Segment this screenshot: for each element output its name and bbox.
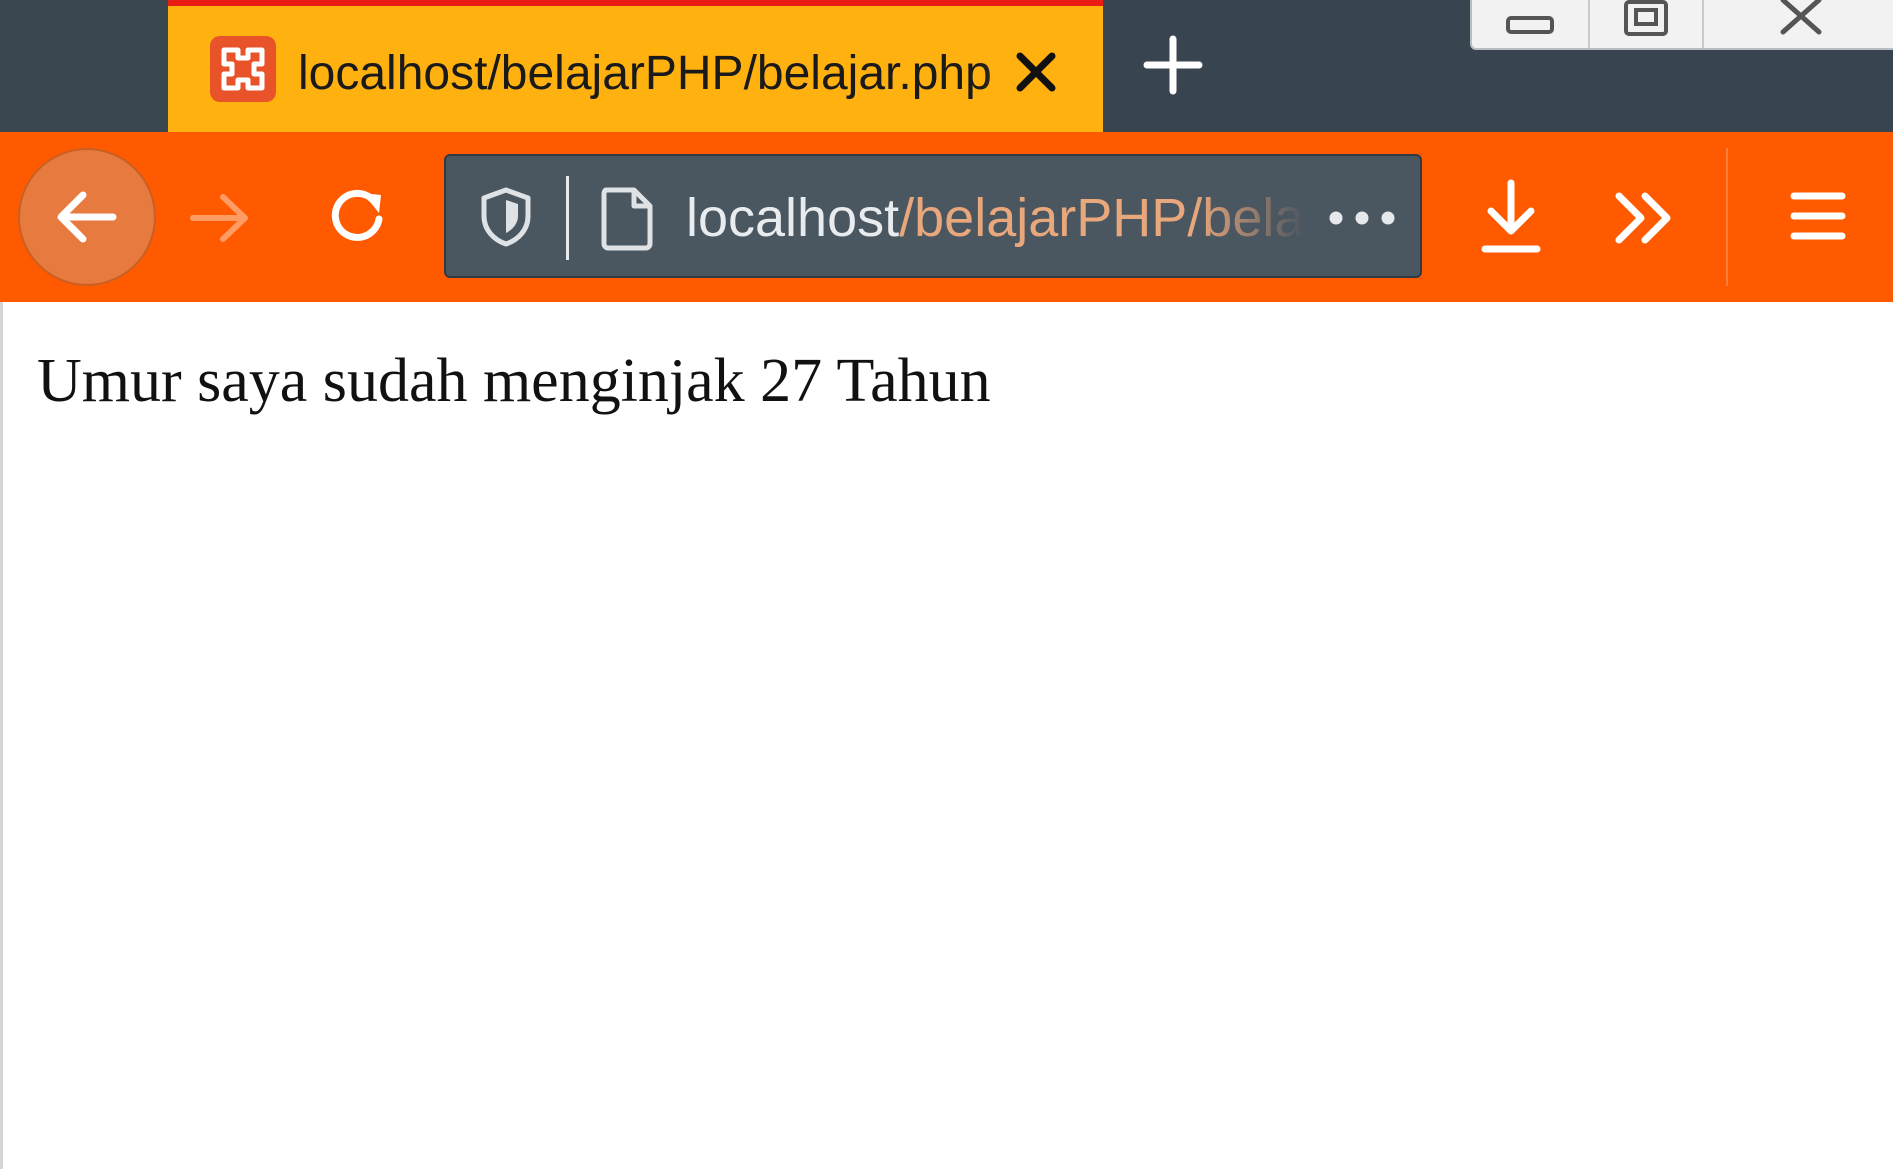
reload-button[interactable] xyxy=(320,178,396,254)
window-caption-buttons xyxy=(1470,0,1893,50)
back-arrow-icon xyxy=(57,191,117,243)
close-window-button[interactable] xyxy=(1704,0,1893,48)
tab-strip: localhost/belajarPHP/belajar.php xyxy=(0,0,1893,132)
overflow-chevron-icon xyxy=(1615,192,1671,244)
toolbar-divider xyxy=(1726,148,1728,286)
browser-window: localhost/belajarPHP/belajar.php localho… xyxy=(0,0,1893,1169)
maximize-button[interactable] xyxy=(1590,0,1704,48)
forward-button[interactable] xyxy=(182,180,258,256)
plus-icon xyxy=(1143,35,1203,95)
tab-close-button[interactable] xyxy=(1008,44,1064,100)
page-icon[interactable] xyxy=(598,184,656,252)
xampp-icon xyxy=(210,36,276,102)
back-button[interactable] xyxy=(18,148,156,286)
url-text[interactable]: localhost/belajarPHP/belajar.php xyxy=(686,182,1306,254)
close-window-icon xyxy=(1780,0,1822,35)
minimize-button[interactable] xyxy=(1472,0,1590,48)
main-menu-button[interactable] xyxy=(1780,178,1856,254)
more-dots-icon xyxy=(1329,211,1395,225)
new-tab-button[interactable] xyxy=(1138,30,1208,100)
url-bar[interactable]: localhost/belajarPHP/belajar.php xyxy=(444,154,1422,278)
forward-arrow-icon xyxy=(190,194,248,242)
url-host: localhost xyxy=(686,188,900,248)
page-content: Umur saya sudah menginjak 27 Tahun xyxy=(0,302,1893,1169)
url-path: /belajarPHP/belajar.php xyxy=(899,188,1306,248)
overflow-menu-button[interactable] xyxy=(1606,180,1682,256)
download-icon xyxy=(1481,179,1541,253)
shield-icon[interactable] xyxy=(478,186,534,248)
reload-icon xyxy=(331,189,383,241)
close-icon xyxy=(1016,52,1056,92)
navigation-toolbar: localhost/belajarPHP/belajar.php xyxy=(0,132,1893,310)
restore-icon xyxy=(1624,0,1668,36)
downloads-button[interactable] xyxy=(1472,174,1550,260)
url-bar-separator xyxy=(566,176,569,260)
hamburger-menu-icon xyxy=(1790,192,1846,240)
tab-strip-left-space xyxy=(0,0,168,132)
minimize-icon xyxy=(1506,16,1554,34)
page-text: Umur saya sudah menginjak 27 Tahun xyxy=(37,347,991,415)
active-tab[interactable]: localhost/belajarPHP/belajar.php xyxy=(168,0,1103,132)
page-actions-button[interactable] xyxy=(1322,188,1402,248)
